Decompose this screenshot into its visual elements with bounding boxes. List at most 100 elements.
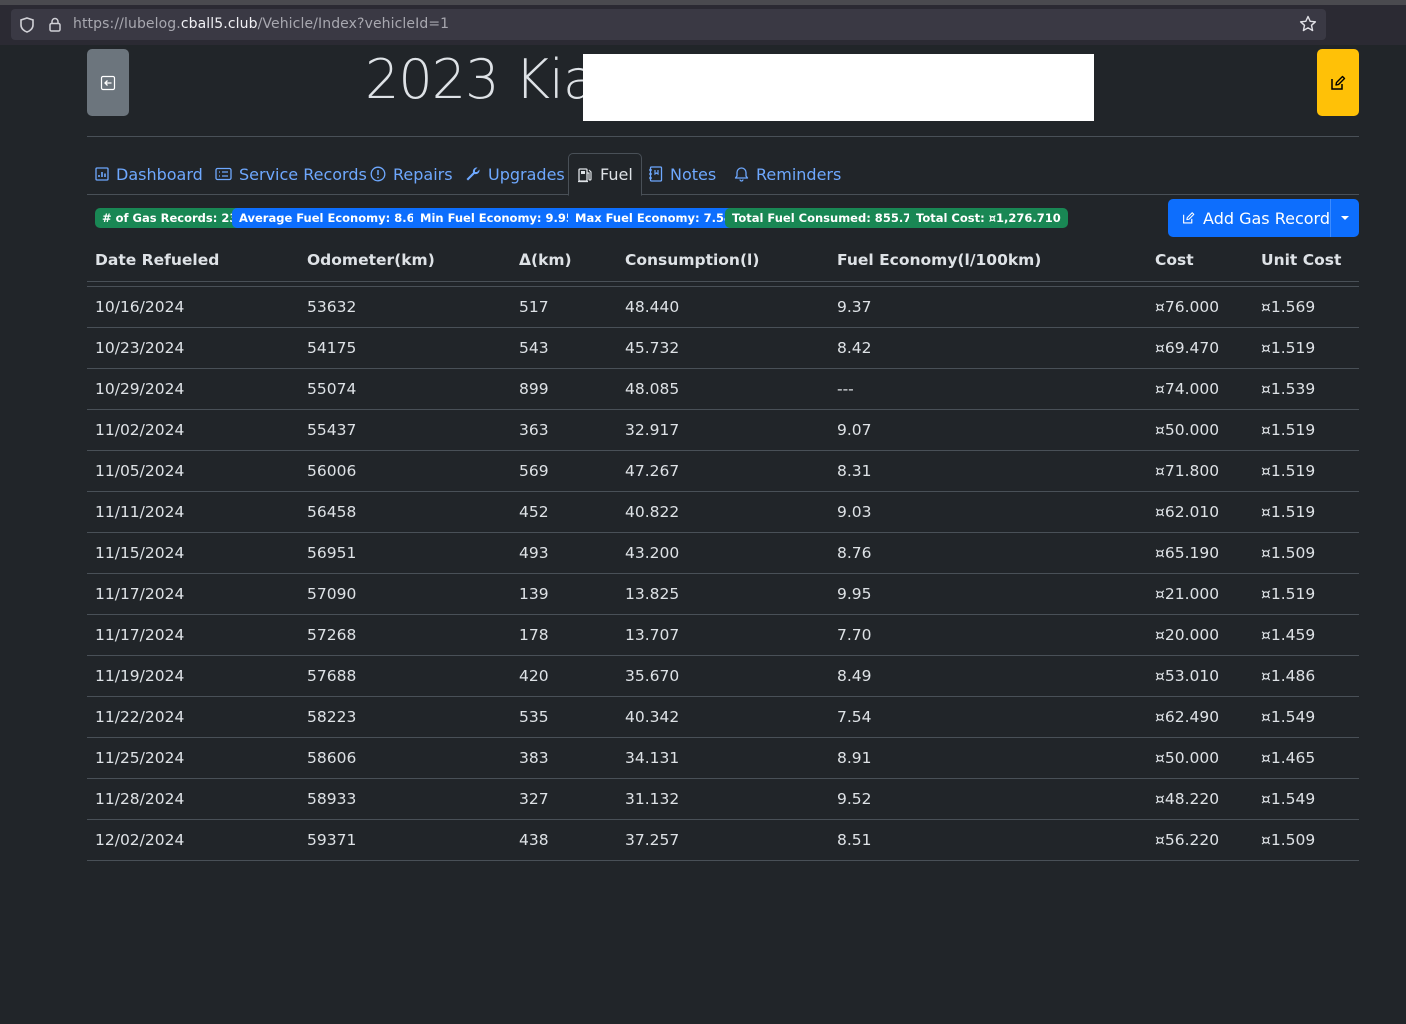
column-header[interactable]: Δ(km) [519,251,572,269]
tab-notes[interactable]: Notes [648,153,716,195]
caret-down-icon [1341,216,1349,220]
table-cell: 11/15/2024 [95,544,185,562]
table-cell: 383 [519,749,549,767]
table-cell: 11/25/2024 [95,749,185,767]
add-gas-record-button[interactable]: Add Gas Record [1168,199,1330,237]
tab-fuel[interactable]: Fuel [568,153,642,196]
table-row[interactable]: 11/25/2024 58606 383 34.131 8.91 ¤50.000 ¤1.46… [87,738,1359,779]
url-prefix: https://lubelog. [73,16,181,32]
table-cell: 11/17/2024 [95,585,185,603]
table-cell: ¤20.000 [1155,626,1220,644]
column-header[interactable]: Cost [1155,251,1194,269]
table-row[interactable]: 10/29/2024 55074 899 48.085 --- ¤74.000 ¤1.539 [87,369,1359,410]
table-row[interactable]: 11/17/2024 57090 139 13.825 9.95 ¤21.000 ¤1.51… [87,574,1359,615]
table-cell: 10/23/2024 [95,339,185,357]
table-row[interactable]: 10/23/2024 54175 543 45.732 8.42 ¤69.470 ¤1.51… [87,328,1359,369]
table-cell: ¤48.220 [1155,790,1220,808]
shield-icon[interactable] [20,17,34,33]
table-cell: ¤69.470 [1155,339,1220,357]
table-cell: ¤1.519 [1261,339,1316,357]
table-cell: 34.131 [625,749,680,767]
table-cell: 11/22/2024 [95,708,185,726]
table-cell: 55074 [307,380,357,398]
address-bar[interactable]: https://lubelog.cball5.club/Vehicle/Inde… [11,9,1326,40]
table-cell: 35.670 [625,667,680,685]
column-header[interactable]: Unit Cost [1261,251,1341,269]
tab-upgrades[interactable]: Upgrades [465,153,565,195]
table-cell: 13.707 [625,626,680,644]
column-header[interactable]: Odometer(km) [307,251,435,269]
table-cell: 56006 [307,462,357,480]
table-cell: 40.342 [625,708,680,726]
tab-dashboard[interactable]: Dashboard [95,153,203,195]
tab-label: Dashboard [116,164,203,184]
table-cell: 13.825 [625,585,680,603]
table-cell: 420 [519,667,549,685]
back-button[interactable] [87,49,129,116]
lock-icon[interactable] [49,17,61,32]
table-row[interactable]: 11/11/2024 56458 452 40.822 9.03 ¤62.010 ¤1.51… [87,492,1359,533]
table-cell: 54175 [307,339,357,357]
table-cell: ¤1.509 [1261,831,1316,849]
table-cell: 55437 [307,421,357,439]
table-cell: 48.440 [625,298,680,316]
table-cell: 45.732 [625,339,680,357]
tab-label: Service Records [239,164,367,184]
tab-label: Notes [670,164,717,184]
gas-records-table: Date Refueled Odometer(km) Δ(km) Consump… [87,241,1359,861]
bookmark-star-icon[interactable] [1299,15,1317,33]
browser-toolbar: https://lubelog.cball5.club/Vehicle/Inde… [0,5,1406,45]
column-header[interactable]: Consumption(l) [625,251,759,269]
table-row[interactable]: 11/22/2024 58223 535 40.342 7.54 ¤62.490 ¤1.54… [87,697,1359,738]
table-row[interactable]: 11/28/2024 58933 327 31.132 9.52 ¤48.220 ¤1.54… [87,779,1359,820]
table-cell: ¤1.549 [1261,708,1316,726]
url-path: /Vehicle/Index?vehicleId=1 [257,16,450,32]
table-cell: 10/16/2024 [95,298,185,316]
table-cell: 178 [519,626,549,644]
add-gas-record-group: Add Gas Record [1168,199,1359,237]
table-cell: ¤74.000 [1155,380,1220,398]
edit-vehicle-button[interactable] [1317,49,1359,116]
table-cell: 9.07 [837,421,872,439]
table-cell: 43.200 [625,544,680,562]
table-cell: 569 [519,462,549,480]
badge-average-economy: Average Fuel Economy: 8.68 [232,208,430,228]
table-row[interactable]: 11/15/2024 56951 493 43.200 8.76 ¤65.190 ¤1.50… [87,533,1359,574]
add-gas-record-dropdown-toggle[interactable] [1330,199,1359,237]
tab-reminders[interactable]: Reminders [734,153,841,195]
column-header[interactable]: Date Refueled [95,251,219,269]
table-cell: 58606 [307,749,357,767]
table-row[interactable]: 11/02/2024 55437 363 32.917 9.07 ¤50.000 ¤1.51… [87,410,1359,451]
column-header[interactable]: Fuel Economy(l/100km) [837,251,1041,269]
vehicle-tabs: Dashboard Service Records Repairs Upgrad… [87,153,1359,196]
table-cell: 8.49 [837,667,872,685]
table-cell: 899 [519,380,549,398]
table-row[interactable]: 11/05/2024 56006 569 47.267 8.31 ¤71.800 ¤1.51… [87,451,1359,492]
table-cell: 56951 [307,544,357,562]
table-cell: 10/29/2024 [95,380,185,398]
table-cell: 57688 [307,667,357,685]
table-row[interactable]: 10/16/2024 53632 517 48.440 9.37 ¤76.000 ¤1.56… [87,287,1359,328]
box-arrow-left-icon [100,75,116,90]
table-cell: 32.917 [625,421,680,439]
url-host: cball5.club [180,16,258,32]
pencil-square-icon [1331,75,1346,90]
table-row[interactable]: 11/17/2024 57268 178 13.707 7.70 ¤20.000 ¤1.45… [87,615,1359,656]
tab-repairs[interactable]: Repairs [370,153,453,195]
table-cell: ¤50.000 [1155,749,1220,767]
badge-total-cost: Total Cost: ¤1,276.710 [909,208,1068,228]
tab-label: Upgrades [488,164,565,184]
tab-label: Fuel [600,165,633,184]
table-row[interactable]: 12/02/2024 59371 438 37.257 8.51 ¤56.220 ¤1.50… [87,820,1359,861]
table-cell: ¤1.519 [1261,421,1316,439]
table-cell: 327 [519,790,549,808]
table-cell: --- [837,380,854,398]
badge-gas-records: # of Gas Records: 23 [95,208,245,228]
url-text[interactable]: https://lubelog.cball5.club/Vehicle/Inde… [73,16,449,32]
table-cell: 8.31 [837,462,872,480]
table-row[interactable]: 11/19/2024 57688 420 35.670 8.49 ¤53.010 ¤1.48… [87,656,1359,697]
table-cell: ¤1.519 [1261,585,1316,603]
table-cell: 493 [519,544,549,562]
tab-service-records[interactable]: Service Records [215,153,367,195]
table-cell: 8.42 [837,339,872,357]
